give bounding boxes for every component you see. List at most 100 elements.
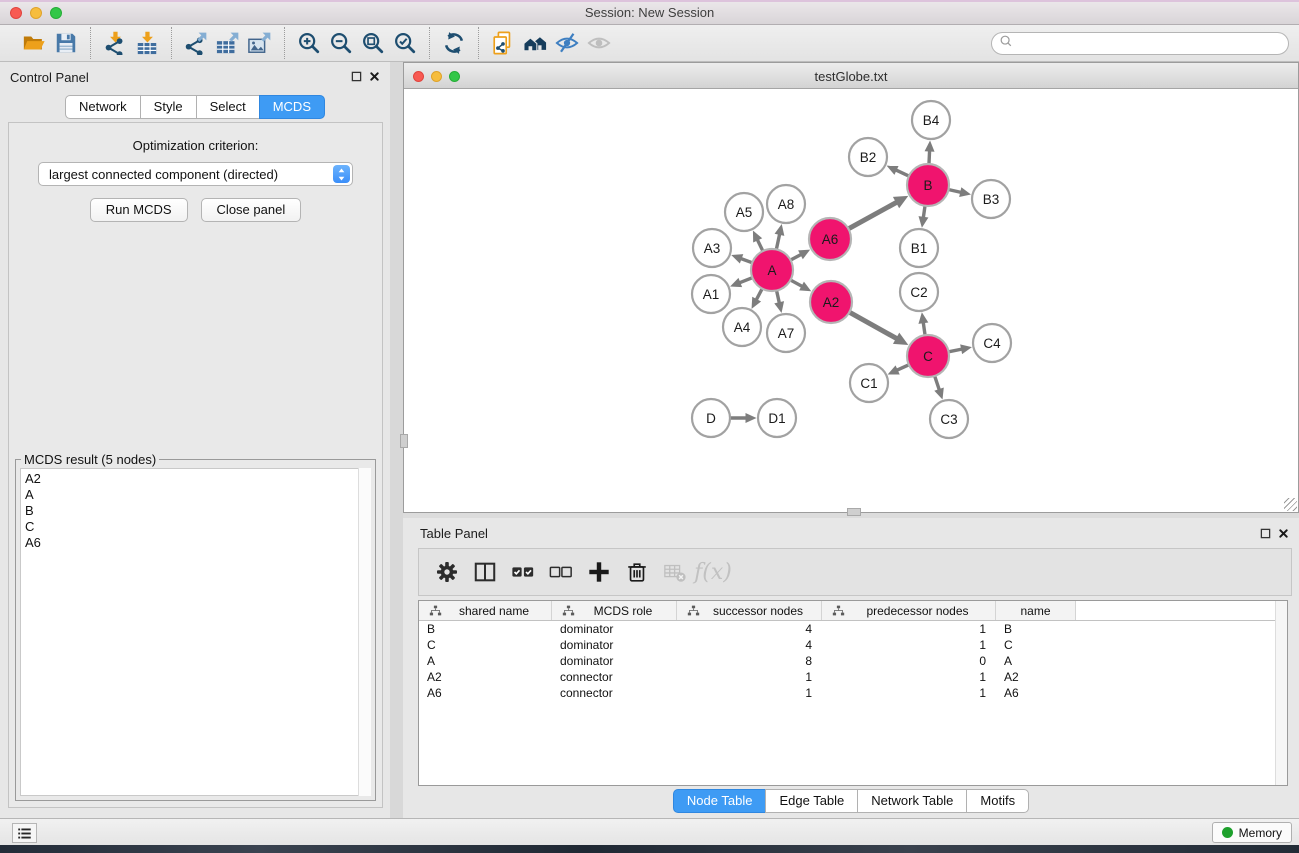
search-box[interactable] — [991, 32, 1289, 55]
mcds-result-item[interactable]: A — [25, 487, 370, 503]
column-header-MCDS-role[interactable]: MCDS role — [552, 601, 677, 620]
resize-grip[interactable] — [1284, 498, 1297, 511]
search-input[interactable] — [1013, 37, 1288, 51]
table-cell[interactable]: dominator — [552, 622, 677, 636]
graph-edge-A6-B[interactable] — [847, 202, 898, 230]
table-cell[interactable]: A — [419, 654, 552, 668]
table-cell[interactable]: 4 — [677, 638, 822, 652]
close-panel-icon[interactable] — [367, 69, 381, 83]
table-cell[interactable]: 4 — [677, 622, 822, 636]
table-scrollbar[interactable] — [1275, 601, 1287, 785]
zoom-fit-icon[interactable] — [357, 29, 389, 57]
network-graph[interactable]: B4B2BB3A5A8A6A3B1AA1C2A2A4A7CC4C1C3DD1 — [404, 89, 1298, 512]
table-cell[interactable]: B — [996, 622, 1076, 636]
table-cell[interactable]: dominator — [552, 638, 677, 652]
table-cell[interactable]: C — [419, 638, 552, 652]
graph-node-label: A4 — [734, 320, 751, 335]
table-row[interactable]: A6connector11A6 — [419, 685, 1287, 701]
deselect-all-icon[interactable] — [542, 555, 580, 589]
graph-node-label: C4 — [983, 336, 1001, 351]
table-cell[interactable]: A — [996, 654, 1076, 668]
column-header-successor-nodes[interactable]: successor nodes — [677, 601, 822, 620]
search-icon — [999, 34, 1013, 53]
table-cell[interactable]: 1 — [822, 638, 996, 652]
table-row[interactable]: A2connector11A2 — [419, 669, 1287, 685]
float-panel-icon[interactable] — [1258, 526, 1272, 540]
tab-mcds[interactable]: MCDS — [259, 95, 325, 119]
table-cell[interactable]: 8 — [677, 654, 822, 668]
table-cell[interactable]: A6 — [996, 686, 1076, 700]
hierarchy-icon — [424, 605, 437, 617]
open-folder-icon[interactable] — [18, 29, 50, 57]
export-table-icon[interactable] — [212, 29, 244, 57]
mcds-result-list[interactable]: A2ABCA6 — [20, 468, 371, 796]
column-layout-icon[interactable] — [466, 555, 504, 589]
table-cell[interactable]: 0 — [822, 654, 996, 668]
clone-network-icon[interactable] — [487, 29, 519, 57]
table-row[interactable]: Bdominator41B — [419, 621, 1287, 637]
export-network-icon[interactable] — [180, 29, 212, 57]
table-cell[interactable]: A2 — [996, 670, 1076, 684]
run-mcds-button[interactable]: Run MCDS — [90, 198, 188, 222]
table-cell[interactable]: C — [996, 638, 1076, 652]
hide-panel-icon[interactable] — [551, 29, 583, 57]
tab-node-table[interactable]: Node Table — [673, 789, 767, 813]
task-history-button[interactable] — [12, 823, 37, 843]
graph-node-label: A6 — [822, 232, 839, 247]
close-panel-button[interactable]: Close panel — [201, 198, 302, 222]
table-body: Bdominator41BCdominator41CAdominator80AA… — [419, 621, 1287, 701]
mcds-result-item[interactable]: C — [25, 519, 370, 535]
column-header-shared-name[interactable]: shared name — [419, 601, 552, 620]
import-table-icon[interactable] — [131, 29, 163, 57]
tab-edge-table[interactable]: Edge Table — [765, 789, 858, 813]
home-icon[interactable] — [519, 29, 551, 57]
table-cell[interactable]: 1 — [677, 686, 822, 700]
network-canvas[interactable]: B4B2BB3A5A8A6A3B1AA1C2A2A4A7CC4C1C3DD1 — [404, 89, 1298, 512]
graph-edge-A2-C[interactable] — [848, 311, 898, 339]
tab-network[interactable]: Network — [65, 95, 141, 119]
table-cell[interactable]: A6 — [419, 686, 552, 700]
table-row[interactable]: Adominator80A — [419, 653, 1287, 669]
graph-node-label: B — [923, 178, 932, 193]
table-cell[interactable]: B — [419, 622, 552, 636]
table-cell[interactable]: 1 — [822, 686, 996, 700]
table-cell[interactable]: dominator — [552, 654, 677, 668]
table-cell[interactable]: 1 — [822, 670, 996, 684]
tab-select[interactable]: Select — [196, 95, 260, 119]
save-icon[interactable] — [50, 29, 82, 57]
table-cell[interactable]: connector — [552, 670, 677, 684]
import-network-icon[interactable] — [99, 29, 131, 57]
float-panel-icon[interactable] — [349, 69, 363, 83]
edge-arrowhead — [919, 216, 929, 228]
mcds-result-item[interactable]: A6 — [25, 535, 370, 551]
tab-style[interactable]: Style — [140, 95, 197, 119]
table-panel: Table Panel f(x) shared nameMCDS rolesuc… — [403, 518, 1299, 818]
mcds-result-item[interactable]: A2 — [25, 471, 370, 487]
tab-network-table[interactable]: Network Table — [857, 789, 967, 813]
delete-column-icon[interactable] — [618, 555, 656, 589]
export-image-icon[interactable] — [244, 29, 276, 57]
result-scrollbar[interactable] — [358, 468, 371, 796]
select-all-icon[interactable] — [504, 555, 542, 589]
tab-motifs[interactable]: Motifs — [966, 789, 1029, 813]
zoom-in-icon[interactable] — [293, 29, 325, 57]
node-table[interactable]: shared nameMCDS rolesuccessor nodesprede… — [418, 600, 1288, 786]
column-header-name[interactable]: name — [996, 601, 1076, 620]
memory-button[interactable]: Memory — [1212, 822, 1292, 843]
table-row[interactable]: Cdominator41C — [419, 637, 1287, 653]
zoom-out-icon[interactable] — [325, 29, 357, 57]
table-cell[interactable]: connector — [552, 686, 677, 700]
settings-gear-icon[interactable] — [428, 555, 466, 589]
table-cell[interactable]: 1 — [822, 622, 996, 636]
refresh-icon[interactable] — [438, 29, 470, 57]
table-cell[interactable]: A2 — [419, 670, 552, 684]
zoom-selected-icon[interactable] — [389, 29, 421, 57]
table-cell[interactable]: 1 — [677, 670, 822, 684]
mcds-result-item[interactable]: B — [25, 503, 370, 519]
optimization-criterion-select[interactable]: largest connected component (directed) — [38, 162, 353, 186]
add-column-icon[interactable] — [580, 555, 618, 589]
window-edge-handle[interactable] — [847, 508, 861, 516]
close-panel-icon[interactable] — [1276, 526, 1290, 540]
column-header-predecessor-nodes[interactable]: predecessor nodes — [822, 601, 996, 620]
window-edge-handle[interactable] — [400, 434, 408, 448]
